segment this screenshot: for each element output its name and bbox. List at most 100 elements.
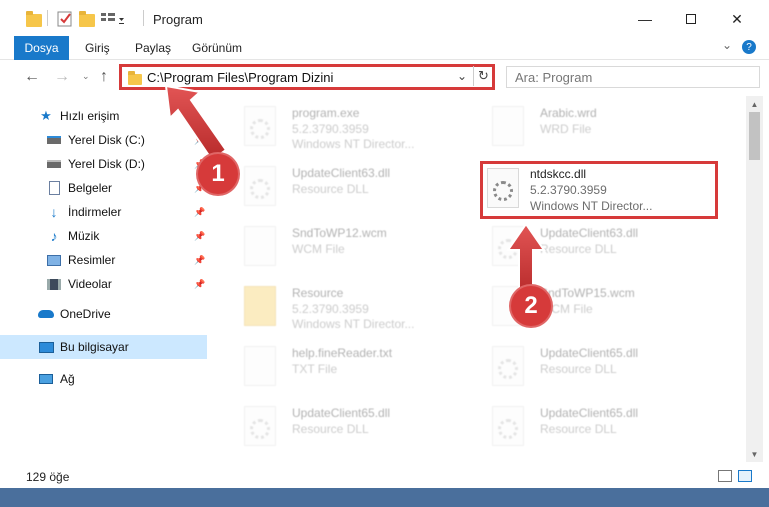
sidebar-item-local-disk-d[interactable]: Yerel Disk (D:) 📌 bbox=[0, 152, 207, 176]
properties-icon[interactable] bbox=[57, 11, 73, 27]
callout-badge-1: 1 bbox=[198, 154, 238, 194]
title-bar: Program — ✕ bbox=[0, 0, 769, 38]
file-version: 5.2.3790.3959 bbox=[292, 122, 369, 136]
file-item[interactable]: Arabic.wrd WRD File bbox=[470, 100, 710, 162]
file-name: program.exe bbox=[292, 106, 360, 120]
file-version: 5.2.3790.3959 bbox=[292, 302, 369, 316]
exe-file-icon bbox=[244, 106, 276, 146]
file-item[interactable]: UpdateClient65.dll Resource DLL bbox=[222, 400, 462, 462]
drive-icon bbox=[46, 157, 62, 171]
pin-icon[interactable]: 📌 bbox=[194, 255, 205, 266]
pin-icon[interactable]: 📌 bbox=[194, 207, 205, 218]
sidebar-item-label: Yerel Disk (C:) bbox=[68, 133, 145, 147]
scroll-thumb[interactable] bbox=[749, 112, 760, 160]
tiles-view-icon[interactable] bbox=[738, 470, 752, 482]
sidebar-item-label: Hızlı erişim bbox=[60, 109, 120, 123]
window-title: Program bbox=[153, 12, 203, 27]
tab-share[interactable]: Paylaş bbox=[135, 41, 171, 55]
back-arrow-icon[interactable]: ← bbox=[24, 68, 40, 86]
file-item[interactable]: SndToWP12.wcm WCM File bbox=[222, 220, 462, 282]
file-type: WCM File bbox=[292, 242, 345, 256]
sidebar-item-quick-access[interactable]: ★ Hızlı erişim bbox=[0, 104, 207, 128]
recent-locations-icon[interactable]: ⌄ bbox=[82, 71, 90, 82]
sidebar-item-downloads[interactable]: ↓ İndirmeler 📌 bbox=[0, 200, 207, 224]
sidebar-item-music[interactable]: ♪ Müzik 📌 bbox=[0, 224, 207, 248]
address-dropdown-icon[interactable]: ⌄ bbox=[457, 69, 467, 83]
up-arrow-icon[interactable]: ↑ bbox=[100, 68, 108, 86]
sidebar-item-label: Resimler bbox=[68, 253, 116, 267]
documents-icon bbox=[46, 181, 62, 195]
close-button[interactable]: ✕ bbox=[714, 0, 760, 38]
file-version: 5.2.3790.3959 bbox=[530, 183, 607, 197]
sidebar-item-pictures[interactable]: Resimler 📌 bbox=[0, 248, 207, 272]
text-file-icon bbox=[244, 346, 276, 386]
file-item[interactable]: UpdateClient63.dll Resource DLL bbox=[222, 160, 462, 222]
file-description: Windows NT Director... bbox=[292, 317, 415, 331]
address-bar[interactable]: C:\Program Files\Program Dizini ⌄ ↻ bbox=[119, 64, 495, 90]
pictures-icon bbox=[46, 253, 62, 267]
search-placeholder: Ara: Program bbox=[515, 70, 593, 85]
search-input[interactable]: Ara: Program bbox=[506, 66, 760, 88]
new-folder-icon[interactable] bbox=[79, 11, 95, 27]
tab-view[interactable]: Görünüm bbox=[192, 41, 242, 55]
folder-icon[interactable] bbox=[26, 11, 42, 27]
sidebar-item-this-pc[interactable]: Bu bilgisayar bbox=[0, 335, 207, 359]
download-icon: ↓ bbox=[50, 204, 58, 220]
status-bar: 129 öğe bbox=[0, 464, 769, 488]
file-item[interactable]: Resource 5.2.3790.3959 Windows NT Direct… bbox=[222, 280, 462, 342]
file-type: Resource DLL bbox=[540, 362, 617, 376]
address-path[interactable]: C:\Program Files\Program Dizini bbox=[147, 70, 333, 85]
pin-icon[interactable]: 📌 bbox=[194, 231, 205, 242]
pin-icon[interactable]: 📌 bbox=[194, 279, 205, 290]
scroll-up-icon[interactable]: ▲ bbox=[746, 96, 763, 112]
forward-arrow-icon[interactable]: → bbox=[54, 68, 70, 86]
file-name: Resource bbox=[292, 286, 344, 300]
sidebar-item-documents[interactable]: Belgeler 📌 bbox=[0, 176, 207, 200]
sidebar-item-videos[interactable]: Videolar 📌 bbox=[0, 272, 207, 296]
maximize-button[interactable] bbox=[668, 0, 714, 38]
file-item-ntdskcc-dll[interactable]: ntdskcc.dll 5.2.3790.3959 Windows NT Dir… bbox=[480, 161, 718, 219]
file-type: TXT File bbox=[292, 362, 338, 376]
file-name: ntdskcc.dll bbox=[530, 167, 587, 181]
file-item[interactable]: UpdateClient65.dll Resource DLL bbox=[470, 400, 710, 462]
file-list: program.exe 5.2.3790.3959 Windows NT Dir… bbox=[212, 96, 746, 462]
file-item[interactable]: UpdateClient65.dll Resource DLL bbox=[470, 340, 710, 402]
pin-icon[interactable]: 📌 bbox=[194, 135, 205, 146]
file-description: Windows NT Director... bbox=[292, 137, 415, 151]
file-item[interactable]: SndToWP15.wcm WCM File bbox=[470, 280, 710, 342]
scroll-down-icon[interactable]: ▼ bbox=[746, 446, 763, 462]
file-type: Resource DLL bbox=[540, 422, 617, 436]
tab-home[interactable]: Giriş bbox=[85, 41, 110, 55]
file-item[interactable]: program.exe 5.2.3790.3959 Windows NT Dir… bbox=[222, 100, 462, 162]
network-icon bbox=[38, 372, 54, 386]
close-icon: ✕ bbox=[731, 10, 743, 27]
file-name: SndToWP15.wcm bbox=[540, 286, 635, 300]
file-item[interactable]: help.fineReader.txt TXT File bbox=[222, 340, 462, 402]
sidebar-item-label: Yerel Disk (D:) bbox=[68, 157, 145, 171]
dll-file-icon bbox=[487, 168, 519, 208]
sidebar-item-local-disk-c[interactable]: Yerel Disk (C:) 📌 bbox=[0, 128, 207, 152]
quick-access-customize-icon[interactable] bbox=[100, 11, 124, 25]
desktop-background bbox=[0, 488, 769, 507]
dll-file-icon bbox=[492, 226, 524, 266]
file-name: UpdateClient65.dll bbox=[540, 406, 639, 420]
dll-file-icon bbox=[244, 406, 276, 446]
sidebar-item-network[interactable]: Ağ bbox=[0, 367, 207, 391]
sidebar-item-onedrive[interactable]: OneDrive bbox=[0, 302, 207, 326]
help-icon[interactable]: ? bbox=[742, 40, 756, 54]
vertical-scrollbar[interactable]: ▲ ▼ bbox=[746, 96, 763, 462]
file-item[interactable]: UpdateClient63.dll Resource DLL bbox=[470, 220, 710, 282]
minimize-button[interactable]: — bbox=[622, 0, 668, 38]
separator bbox=[47, 10, 48, 26]
refresh-icon[interactable]: ↻ bbox=[473, 66, 493, 86]
file-name: UpdateClient63.dll bbox=[292, 166, 391, 180]
sidebar-item-label: OneDrive bbox=[60, 307, 111, 321]
sidebar-item-label: Belgeler bbox=[68, 181, 113, 195]
ribbon-expand-icon[interactable]: ⌄ bbox=[722, 38, 732, 52]
tab-file[interactable]: Dosya bbox=[14, 36, 69, 60]
file-name: UpdateClient65.dll bbox=[540, 346, 639, 360]
navigation-pane: ★ Hızlı erişim Yerel Disk (C:) 📌 Yerel D… bbox=[0, 96, 210, 460]
computer-icon bbox=[38, 340, 54, 354]
separator bbox=[143, 10, 144, 26]
details-view-icon[interactable] bbox=[718, 470, 732, 482]
